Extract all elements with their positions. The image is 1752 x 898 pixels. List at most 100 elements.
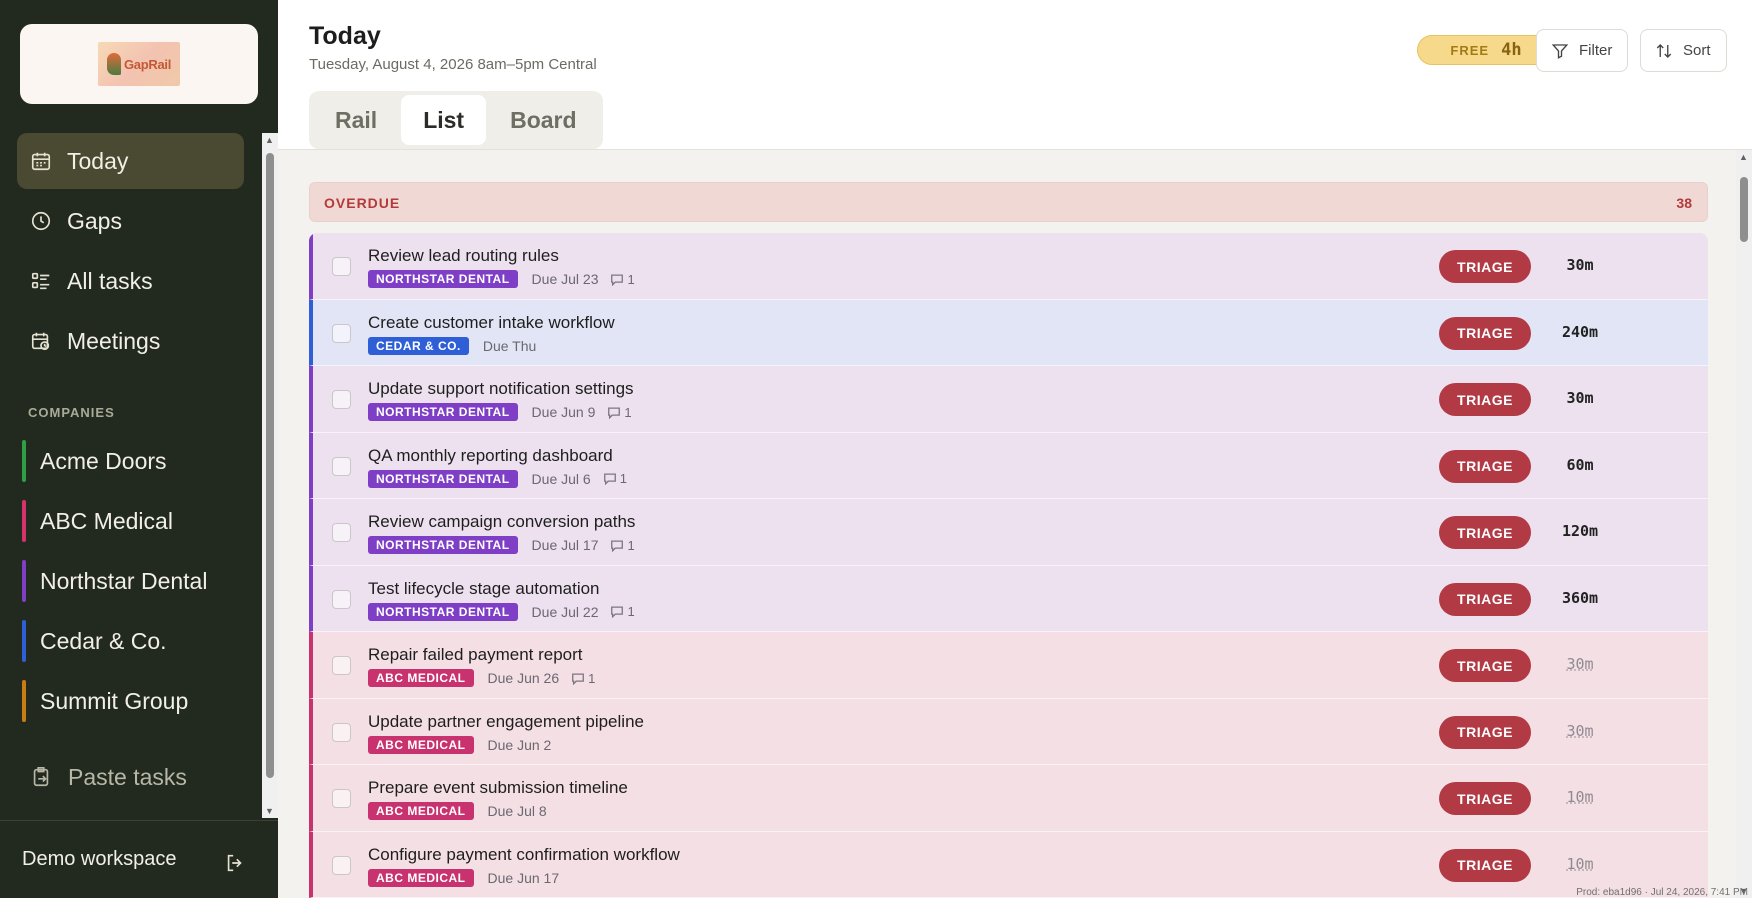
company-tag[interactable]: ABC MEDICAL [368,802,474,820]
triage-button[interactable]: TRIAGE [1439,316,1531,350]
list-icon [29,269,53,293]
company-tag[interactable]: ABC MEDICAL [368,669,474,687]
sidebar-item-gaps[interactable]: Gaps [17,193,244,249]
time-estimate[interactable]: 30m [1545,722,1615,740]
triage-button[interactable]: TRIAGE [1439,383,1531,416]
triage-button[interactable]: TRIAGE [1439,516,1531,549]
scrollbar-thumb[interactable] [266,153,274,778]
comment-count-value: 1 [624,404,632,420]
sidebar-company-cedar-co[interactable]: Cedar & Co. [22,611,244,671]
scrollbar-thumb[interactable] [1740,177,1748,242]
task-title[interactable]: Review campaign conversion paths [368,512,635,532]
task-row[interactable]: Create customer intake workflow CEDAR & … [309,299,1708,366]
task-row[interactable]: Test lifecycle stage automation NORTHSTA… [309,565,1708,632]
company-tag[interactable]: ABC MEDICAL [368,735,474,754]
task-row[interactable]: Review lead routing rules NORTHSTAR DENT… [309,233,1708,300]
time-estimate[interactable]: 30m [1545,256,1615,274]
sidebar-scrollbar[interactable]: ▲ ▼ [262,133,278,818]
task-checkbox[interactable] [332,789,351,808]
scroll-down-arrow-icon[interactable]: ▼ [265,806,274,816]
triage-button[interactable]: TRIAGE [1439,582,1531,616]
task-checkbox[interactable] [332,323,351,343]
free-label: FREE [1450,42,1490,58]
time-estimate[interactable]: 240m [1545,323,1615,341]
task-row[interactable]: Prepare event submission timeline ABC ME… [309,765,1708,832]
task-title[interactable]: Review lead routing rules [368,246,559,266]
time-estimate[interactable]: 60m [1545,456,1615,474]
company-color-bar [22,440,26,482]
triage-button[interactable]: TRIAGE [1439,848,1531,882]
task-title[interactable]: Prepare event submission timeline [368,778,628,798]
company-tag[interactable]: NORTHSTAR DENTAL [368,270,518,288]
task-checkbox[interactable] [332,523,351,542]
calendar-clock-icon [29,329,53,353]
company-tag[interactable]: NORTHSTAR DENTAL [368,403,518,421]
logo-text: GapRail [123,56,172,72]
task-checkbox[interactable] [332,390,351,409]
sidebar-company-acme-doors[interactable]: Acme Doors [22,431,244,491]
scroll-up-arrow-icon[interactable]: ▲ [1739,152,1748,162]
tab-rail[interactable]: Rail [313,95,399,145]
task-title[interactable]: Update support notification settings [368,379,634,399]
task-row[interactable]: Review campaign conversion paths NORTHST… [309,499,1708,566]
company-color-bar [22,560,26,602]
task-list-area: OVERDUE 38 Review lead routing rules NOR… [278,150,1752,898]
company-tag[interactable]: NORTHSTAR DENTAL [368,469,518,488]
company-tag[interactable]: NORTHSTAR DENTAL [368,602,518,621]
comment-icon [611,273,624,286]
comment-count: 1 [607,404,632,420]
comment-icon [603,473,616,485]
company-tag[interactable]: NORTHSTAR DENTAL [368,536,518,554]
company-tag[interactable]: ABC MEDICAL [368,868,474,887]
task-row[interactable]: QA monthly reporting dashboard NORTHSTAR… [309,432,1708,499]
task-row[interactable]: Update partner engagement pipeline ABC M… [309,698,1708,765]
task-title[interactable]: Configure payment confirmation workflow [368,845,680,865]
filter-button[interactable]: Filter [1536,29,1628,72]
time-estimate[interactable]: 10m [1545,855,1615,873]
task-title[interactable]: QA monthly reporting dashboard [368,446,613,466]
sidebar-company-abc-medical[interactable]: ABC Medical [22,491,244,551]
task-title[interactable]: Create customer intake workflow [368,313,615,333]
task-title[interactable]: Repair failed payment report [368,645,583,665]
task-checkbox[interactable] [332,656,351,675]
triage-button[interactable]: TRIAGE [1439,715,1531,749]
task-title[interactable]: Update partner engagement pipeline [368,712,644,732]
task-checkbox[interactable] [332,589,351,609]
task-checkbox[interactable] [332,855,351,875]
time-estimate[interactable]: 30m [1545,389,1615,407]
task-checkbox[interactable] [332,722,351,742]
due-date: Due Jun 9 [531,404,596,420]
sidebar-item-today[interactable]: Today [17,133,244,189]
main-scrollbar[interactable]: ▲ ▼ [1736,150,1752,898]
time-estimate[interactable]: 10m [1545,788,1615,806]
task-row[interactable]: Repair failed payment report ABC MEDICAL… [309,632,1708,699]
overdue-section-header[interactable]: OVERDUE 38 [309,182,1708,222]
triage-button[interactable]: TRIAGE [1439,782,1531,815]
sidebar-company-summit-group[interactable]: Summit Group [22,671,244,731]
comment-count-value: 1 [627,537,635,553]
time-estimate[interactable]: 360m [1545,589,1615,607]
triage-button[interactable]: TRIAGE [1439,449,1531,483]
task-meta: NORTHSTAR DENTAL Due Jun 9 1 [368,403,632,421]
sidebar-company-northstar-dental[interactable]: Northstar Dental [22,551,244,611]
paste-tasks-button[interactable]: Paste tasks [30,752,187,802]
tab-board[interactable]: Board [488,95,598,145]
sidebar-item-all-tasks[interactable]: All tasks [17,253,244,309]
task-row[interactable]: Configure payment confirmation workflow … [309,831,1708,898]
sort-button[interactable]: Sort [1640,29,1727,72]
task-checkbox[interactable] [332,257,351,276]
triage-button[interactable]: TRIAGE [1439,649,1531,682]
logo-card[interactable]: GapRail [20,24,258,104]
sidebar-item-meetings[interactable]: Meetings [17,313,244,369]
triage-button[interactable]: TRIAGE [1439,250,1531,283]
task-checkbox[interactable] [332,456,351,476]
company-tag[interactable]: CEDAR & CO. [368,336,469,355]
logout-button[interactable] [224,852,248,876]
task-row[interactable]: Update support notification settings NOR… [309,366,1708,433]
task-title[interactable]: Test lifecycle stage automation [368,579,600,599]
time-estimate[interactable]: 30m [1545,655,1615,673]
clock-icon [29,209,53,233]
tab-list[interactable]: List [401,95,487,145]
scroll-up-arrow-icon[interactable]: ▲ [265,135,274,145]
time-estimate[interactable]: 120m [1545,522,1615,540]
